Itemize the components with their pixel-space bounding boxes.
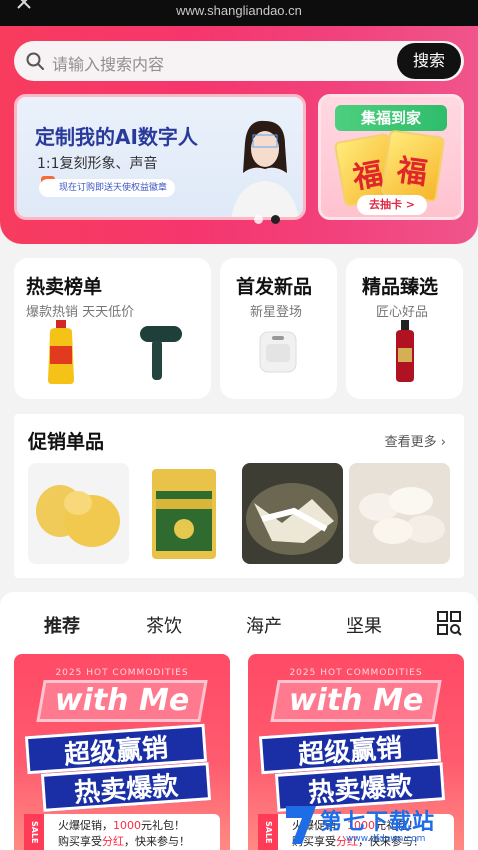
product-thumb[interactable]: [242, 463, 343, 564]
hair-dryer-image: [140, 326, 182, 380]
shampoo-bottle-image: [396, 320, 414, 382]
category-title: 热卖榜单: [26, 276, 103, 298]
yam-image: [359, 487, 445, 544]
watermark-logo-icon: [286, 806, 316, 844]
tab-nuts[interactable]: 坚果: [346, 612, 382, 638]
tea-oil-tin-image: [152, 469, 216, 559]
category-title: 首发新品: [236, 276, 313, 298]
browser-top-bar: www.shangliandao.cn: [0, 0, 478, 26]
ai-avatar-banner[interactable]: 定制我的AI数字人 1:1复刻形象、声音 现在订购即送天使权益徽章: [14, 94, 306, 220]
card-headline-box: with Me: [270, 680, 442, 722]
card-tag: 2025 HOT COMMODITIES: [55, 668, 189, 678]
watermark-text: 第七下载站: [320, 810, 436, 835]
oil-bottle-image: [48, 320, 74, 384]
carousel-dot[interactable]: [254, 215, 263, 224]
product-thumb[interactable]: [136, 463, 237, 564]
carousel-dots: [254, 209, 288, 228]
search-button[interactable]: 搜索: [397, 43, 461, 79]
card-tag: 2025 HOT COMMODITIES: [289, 668, 423, 678]
banner-note: 现在订购即送天使权益徽章: [39, 179, 176, 197]
premium-picks-card[interactable]: 精品臻选 匠心好品: [346, 258, 463, 399]
search-bar[interactable]: 请输入搜索内容 搜索: [14, 41, 464, 81]
promo-section: 促销单品 查看更多 ›: [14, 414, 464, 578]
sale-badge: SALE: [258, 814, 278, 850]
product-card[interactable]: 2025 HOT COMMODITIES with Me 超级赢销 热卖爆款 S…: [14, 654, 230, 850]
search-icon: [26, 52, 44, 70]
product-thumb[interactable]: [28, 463, 129, 564]
tab-recommend[interactable]: 推荐: [42, 612, 88, 644]
ai-person-image: [231, 120, 299, 217]
draw-card-button[interactable]: 去抽卡 >: [357, 195, 427, 215]
collect-blessing-banner[interactable]: 集福到家 福 福 去抽卡 >: [318, 94, 464, 220]
promo-title: 促销单品: [28, 431, 105, 453]
tab-seafood[interactable]: 海产: [246, 612, 282, 638]
hot-list-card[interactable]: 热卖榜单 爆款热销 天天低价: [14, 258, 211, 399]
category-subtitle: 匠心好品: [376, 305, 429, 320]
blessing-card: 福: [380, 129, 446, 203]
category-grid-icon[interactable]: [436, 610, 462, 636]
url-text: www.shangliandao.cn: [176, 3, 302, 18]
product-thumb[interactable]: [349, 463, 450, 564]
watermark: 第七下载站 www.dfdown.com: [284, 800, 478, 850]
card-headline-box: with Me: [36, 680, 208, 722]
category-subtitle: 爆款热销 天天低价: [26, 305, 135, 320]
see-more-link[interactable]: 查看更多 ›: [385, 431, 446, 450]
new-arrivals-card[interactable]: 首发新品 新星登场: [220, 258, 337, 399]
category-subtitle: 新星登场: [250, 305, 303, 320]
card-note: SALE 火爆促销，1000元礼包！ 购买享受分红，快来参与！: [24, 814, 220, 850]
air-fryer-image: [259, 331, 297, 373]
collect-title: 集福到家: [335, 105, 447, 131]
category-title: 精品臻选: [362, 276, 439, 298]
watermark-url: www.dfdown.com: [346, 834, 426, 844]
banner-subtitle: 1:1复刻形象、声音: [37, 156, 158, 172]
carousel-dot-active[interactable]: [271, 215, 280, 224]
banner-title: 定制我的AI数字人: [35, 125, 198, 149]
chevron-right-icon: ›: [440, 435, 446, 450]
bamboo-fungus-image: [246, 483, 338, 555]
search-input[interactable]: 请输入搜索内容: [52, 51, 164, 75]
header-area: 请输入搜索内容 搜索 定制我的AI数字人 1:1复刻形象、声音 现在订购即送天使…: [0, 26, 478, 244]
tremella-image: [36, 485, 120, 547]
sale-badge: SALE: [24, 814, 44, 850]
tab-tea[interactable]: 茶饮: [146, 612, 182, 638]
